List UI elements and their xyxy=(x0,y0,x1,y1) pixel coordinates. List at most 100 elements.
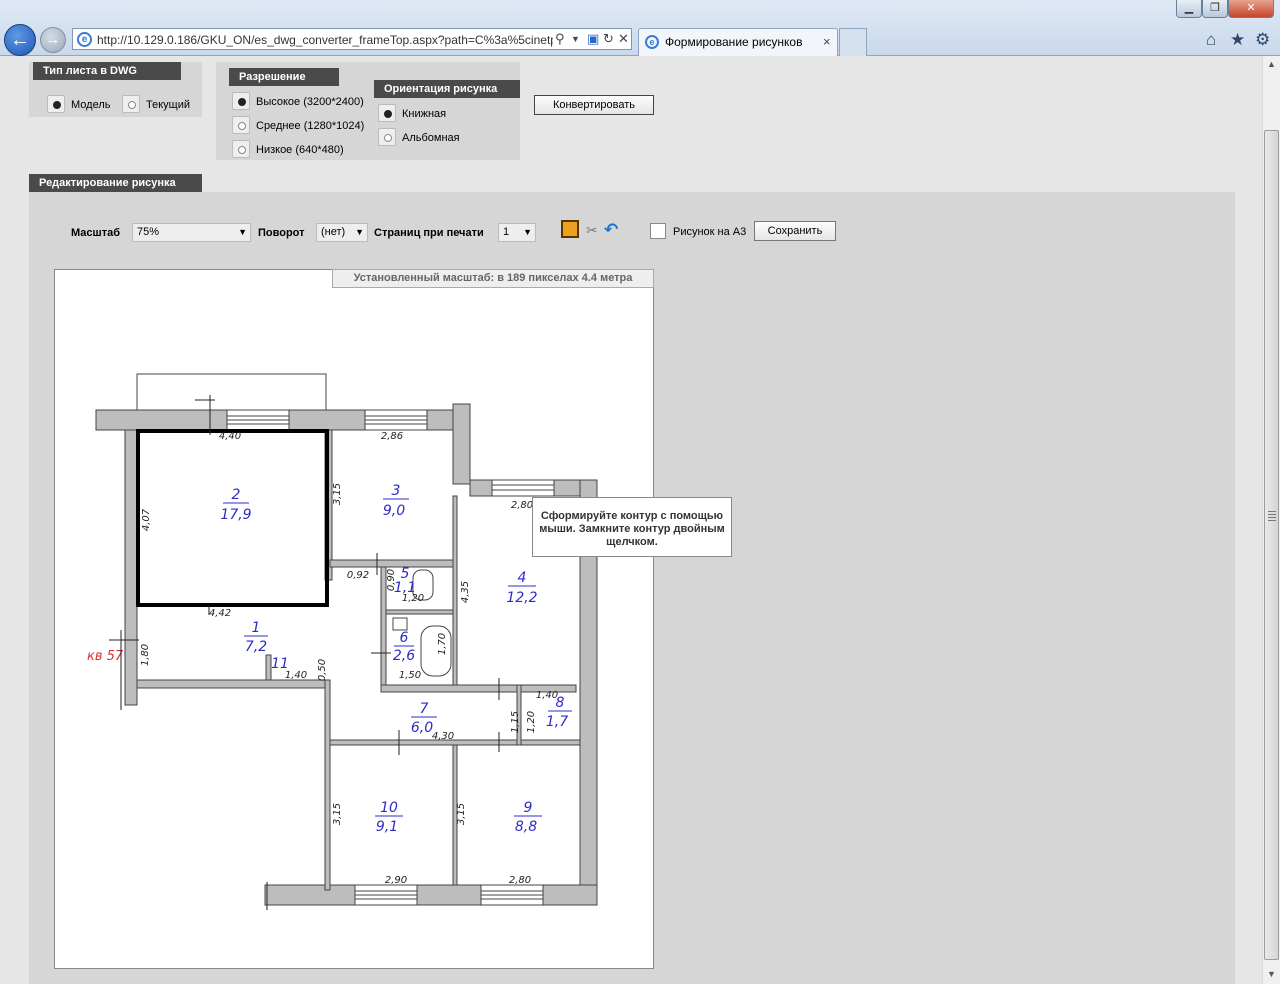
scale-note: Установленный масштаб: в 189 пикселах 4.… xyxy=(332,269,654,288)
favorites-star-icon[interactable]: ★ xyxy=(1230,30,1245,50)
forward-arrow-icon[interactable]: → xyxy=(40,27,66,53)
grip-icon xyxy=(1268,511,1276,521)
vertical-scrollbar[interactable]: ▲ ▼ xyxy=(1262,56,1280,984)
room-6-area: 2,6 xyxy=(393,648,415,664)
scale-select[interactable]: 75% ▼ xyxy=(132,223,251,242)
address-bar[interactable]: e http://10.129.0.186/GKU_ON/es_dwg_conv… xyxy=(72,28,632,50)
ie-page-icon: e xyxy=(77,32,92,47)
room-1-area: 7,2 xyxy=(245,639,267,655)
radio-label: Альбомная xyxy=(402,132,460,144)
room-2-area: 17,9 xyxy=(220,507,251,523)
compat-view-icon[interactable]: ▣ xyxy=(587,31,599,47)
back-arrow-icon[interactable]: ← xyxy=(4,24,36,56)
dim-label: 4,42 xyxy=(209,608,231,619)
window xyxy=(491,479,555,497)
save-button[interactable]: Сохранить xyxy=(754,221,836,241)
convert-button[interactable]: Конвертировать xyxy=(534,95,654,115)
new-tab-button[interactable] xyxy=(839,28,867,56)
contour-tooltip: Сформируйте контур с помощью мыши. Замкн… xyxy=(532,497,732,557)
orientation-title: Ориентация рисунка xyxy=(374,80,520,98)
pages-select[interactable]: 1 ▼ xyxy=(498,223,536,242)
wall-west xyxy=(124,429,138,706)
scroll-thumb[interactable] xyxy=(1264,130,1279,960)
room-9-area: 8,8 xyxy=(515,819,537,835)
address-url[interactable]: http://10.129.0.186/GKU_ON/es_dwg_conver… xyxy=(97,33,553,47)
room-3-area: 9,0 xyxy=(383,503,405,519)
room-3-id: 3 xyxy=(392,483,401,499)
wall-ne-stub xyxy=(452,403,471,485)
maximize-button[interactable]: ❐ xyxy=(1202,0,1228,18)
dropdown-arrow-icon: ▼ xyxy=(355,227,364,237)
dropdown-arrow-icon: ▼ xyxy=(523,227,532,237)
radio-button[interactable] xyxy=(122,95,140,113)
dim-label: 1,40 xyxy=(536,690,558,701)
room-8-area: 1,7 xyxy=(546,714,568,730)
radio-button[interactable] xyxy=(378,128,396,146)
wall-interior xyxy=(385,609,454,615)
minimize-button[interactable]: ▁ xyxy=(1176,0,1202,18)
radio-label: Высокое (3200*2400) xyxy=(256,96,364,108)
browser-chrome: ▁ ❐ ✕ ← → e http://10.129.0.186/GKU_ON/e… xyxy=(0,0,1280,56)
dim-label: 2,86 xyxy=(381,431,403,442)
tab-close-icon[interactable]: × xyxy=(823,34,831,49)
radio-button[interactable] xyxy=(232,140,250,158)
radio-label: Книжная xyxy=(402,108,447,120)
page-content: Тип листа в DWG Модель Текущий Разрешени… xyxy=(0,56,1262,984)
dim-label: 3,15 xyxy=(332,483,343,505)
room-10-area: 9,1 xyxy=(376,819,398,835)
sheet-type-panel: Тип листа в DWG Модель Текущий xyxy=(29,62,202,117)
dim-label: 1,80 xyxy=(140,644,151,666)
room-7-area: 6,0 xyxy=(411,720,433,736)
editor-title: Редактирование рисунка xyxy=(29,174,202,192)
radio-button[interactable] xyxy=(378,104,396,122)
drawing-canvas[interactable]: 2 17,9 3 9,0 4 12,2 5 1,1 6 2,6 1 7,2 7 … xyxy=(54,269,654,969)
room-7-id: 7 xyxy=(420,701,429,717)
a3-label: Рисунок на А3 xyxy=(673,226,747,238)
scroll-up-icon[interactable]: ▲ xyxy=(1263,56,1280,73)
dim-label: 1,15 xyxy=(510,711,521,733)
sheet-type-title: Тип листа в DWG xyxy=(33,62,181,80)
scale-value: 75% xyxy=(137,226,160,238)
scissors-icon[interactable]: ✂ xyxy=(586,222,598,239)
ie-page-icon: e xyxy=(645,35,659,49)
dropdown-arrow-icon[interactable]: ▼ xyxy=(571,34,580,44)
undo-icon[interactable]: ↶ xyxy=(604,220,618,240)
dim-label: 2,80 xyxy=(511,500,533,511)
dim-label: 0,90 xyxy=(386,569,397,591)
radio-button[interactable] xyxy=(232,116,250,134)
room-10-id: 10 xyxy=(380,800,398,816)
apartment-label: кв 57 xyxy=(87,649,124,664)
scroll-down-icon[interactable]: ▼ xyxy=(1263,966,1280,983)
radio-label: Среднее (1280*1024) xyxy=(256,120,365,132)
settings-gear-icon[interactable]: ⚙ xyxy=(1255,30,1270,50)
room-4-area: 12,2 xyxy=(506,590,537,606)
tab-active[interactable]: e Формирование рисунков × xyxy=(638,28,838,56)
home-icon[interactable]: ⌂ xyxy=(1206,30,1216,50)
resolution-title: Разрешение xyxy=(229,68,339,86)
close-window-button[interactable]: ✕ xyxy=(1228,0,1274,18)
search-icon[interactable]: ⚲ xyxy=(555,31,565,47)
radio-label: Низкое (640*480) xyxy=(256,144,344,156)
scale-label: Масштаб xyxy=(71,227,121,239)
radio-label: Модель xyxy=(71,99,111,111)
stop-icon[interactable]: ✕ xyxy=(618,31,629,47)
rotation-label: Поворот xyxy=(258,227,305,239)
contour-tool-icon[interactable] xyxy=(561,220,579,238)
radio-button[interactable] xyxy=(232,92,250,110)
rotation-value: (нет) xyxy=(321,226,346,238)
dim-label: 4,35 xyxy=(460,581,471,603)
sink xyxy=(392,617,408,631)
dim-label: 2,80 xyxy=(509,875,531,886)
a3-checkbox[interactable] xyxy=(650,223,666,239)
orientation-panel: Ориентация рисунка Книжная Альбомная xyxy=(374,80,520,150)
floor-plan[interactable]: 2 17,9 3 9,0 4 12,2 5 1,1 6 2,6 1 7,2 7 … xyxy=(55,270,655,970)
refresh-icon[interactable]: ↻ xyxy=(603,31,614,47)
wall-interior xyxy=(324,679,331,891)
wall-interior xyxy=(136,679,328,689)
radio-button[interactable] xyxy=(47,95,65,113)
room-4-id: 4 xyxy=(518,570,527,586)
rotation-select[interactable]: (нет) ▼ xyxy=(316,223,368,242)
room-2-id: 2 xyxy=(232,487,241,503)
dim-label: 1,70 xyxy=(437,633,448,655)
dim-label: 1,20 xyxy=(526,711,537,733)
